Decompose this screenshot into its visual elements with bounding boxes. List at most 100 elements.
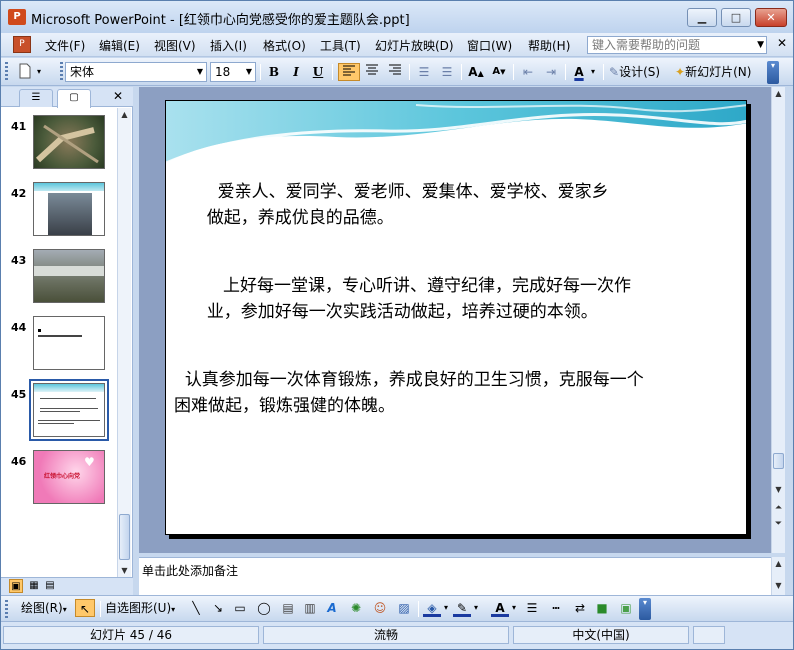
menu-view[interactable]: 视图(V) — [154, 37, 196, 54]
align-right-icon[interactable] — [385, 63, 405, 81]
scroll-down-icon[interactable]: ▼ — [772, 579, 785, 593]
font-color-icon[interactable]: A — [491, 599, 509, 617]
align-left-icon[interactable] — [338, 63, 360, 81]
chevron-down-icon[interactable]: ▾ — [589, 63, 597, 81]
slide-thumbnail-41[interactable] — [33, 115, 105, 169]
toolbar-options-chevron-icon[interactable]: ▾ — [35, 63, 43, 81]
slide-paragraph-3[interactable]: 认真参加每一次体育锻炼，养成良好的卫生习惯，克服每一个 困难做起，锻炼强健的体魄… — [174, 367, 746, 419]
arrow-icon[interactable]: ↘ — [209, 599, 227, 617]
dash-style-icon[interactable]: ┅ — [547, 599, 565, 617]
select-pointer-icon[interactable]: ↖ — [75, 599, 95, 617]
bullets-icon[interactable]: ☰ — [437, 63, 457, 81]
scroll-up-icon[interactable]: ▲ — [118, 108, 131, 122]
numbering-icon[interactable]: ☰ — [414, 63, 434, 81]
minimize-button[interactable]: ▁ — [687, 8, 717, 27]
line-style-icon[interactable]: ☰ — [523, 599, 541, 617]
thumbnail-text-line — [40, 408, 98, 409]
bold-button[interactable]: B — [265, 63, 283, 81]
wordart-icon[interactable]: A — [323, 599, 341, 617]
design-button[interactable]: ✎设计(S) — [609, 63, 671, 81]
draw-menu-button[interactable]: 绘图(R)▾ — [21, 599, 73, 617]
scrollbar-thumb[interactable] — [119, 514, 130, 560]
increase-indent-icon[interactable]: ⇥ — [541, 63, 561, 81]
menu-window[interactable]: 窗口(W) — [467, 37, 512, 54]
scroll-up-icon[interactable]: ▲ — [772, 87, 785, 101]
previous-slide-icon[interactable]: ⏶ — [772, 501, 785, 515]
textbox-icon[interactable]: ▤ — [279, 599, 297, 617]
slide-paragraph-2[interactable]: 上好每一堂课，专心听讲、遵守纪律，完成好每一次作 业，参加好每一次实践活动做起，… — [196, 273, 736, 325]
slideshow-icon[interactable]: ▤ — [43, 579, 57, 593]
slide-thumbnail-44[interactable] — [33, 316, 105, 370]
next-slide-icon[interactable]: ⏷ — [772, 517, 785, 531]
normal-view-icon[interactable]: ▣ — [9, 579, 23, 593]
chevron-down-icon[interactable]: ▼ — [194, 63, 206, 81]
menu-insert[interactable]: 插入(I) — [210, 37, 247, 54]
fill-color-icon[interactable]: ◈ — [423, 599, 441, 617]
tab-outline[interactable]: ☰ — [19, 89, 53, 107]
toolbar-options-icon[interactable]: ▾ — [767, 61, 779, 84]
toolbar-options-icon[interactable]: ▾ — [639, 598, 651, 620]
notes-pane[interactable]: 单击此处添加备注 — [139, 557, 771, 599]
notes-scrollbar[interactable]: ▲ ▼ — [771, 557, 785, 595]
close-button[interactable]: ✕ — [755, 8, 787, 27]
close-document-icon[interactable]: ✕ — [777, 36, 787, 50]
menu-edit[interactable]: 编辑(E) — [99, 37, 140, 54]
toolbar-grip-2[interactable] — [60, 62, 63, 82]
toolbar-grip[interactable] — [5, 600, 8, 618]
help-search-input[interactable]: 键入需要帮助的问题 ▼ — [587, 36, 767, 54]
current-slide[interactable]: 爱亲人、爱同学、爱老师、爱集体、爱学校、爱家乡 做起，养成优良的品德。 上好每一… — [165, 100, 747, 535]
3d-style-icon[interactable]: ▣ — [617, 599, 635, 617]
underline-button[interactable]: U — [309, 63, 327, 81]
slide-thumbnail-42[interactable] — [33, 182, 105, 236]
chevron-down-icon[interactable]: ▾ — [510, 599, 518, 617]
rectangle-icon[interactable]: ▭ — [231, 599, 249, 617]
slide-paragraph-1[interactable]: 爱亲人、爱同学、爱老师、爱集体、爱学校、爱家乡 做起，养成优良的品德。 — [196, 179, 726, 231]
chevron-down-icon[interactable]: ▾ — [472, 599, 480, 617]
decrease-font-icon[interactable]: A▼ — [489, 63, 509, 81]
align-center-icon[interactable] — [362, 63, 382, 81]
slide-thumbnail-43[interactable] — [33, 249, 105, 303]
arrow-style-icon[interactable]: ⇄ — [571, 599, 589, 617]
menu-help[interactable]: 帮助(H) — [528, 37, 570, 54]
new-slide-button[interactable]: ✦新幻灯片(N) — [675, 63, 765, 81]
slide-thumbnail-46[interactable]: 红领巾心向党 ♥ — [33, 450, 105, 504]
autoshapes-button[interactable]: 自选图形(U)▾ — [105, 599, 183, 617]
slides-panel-scrollbar[interactable]: ▲ ▼ — [117, 108, 131, 578]
font-color-icon[interactable]: A — [570, 63, 588, 81]
line-icon[interactable]: ╲ — [187, 599, 205, 617]
picture-icon[interactable]: ▨ — [395, 599, 413, 617]
scroll-up-icon[interactable]: ▲ — [772, 557, 785, 571]
close-panel-icon[interactable]: ✕ — [113, 89, 123, 103]
new-document-icon[interactable] — [15, 63, 35, 81]
menu-slideshow[interactable]: 幻灯片放映(D) — [375, 37, 454, 54]
slide-scrollbar[interactable]: ▲ ▼ ⏶ ⏷ — [771, 87, 785, 553]
shadow-style-icon[interactable]: ■ — [593, 599, 611, 617]
toolbar-grip[interactable] — [5, 62, 8, 82]
slide-sorter-icon[interactable]: ▦ — [27, 579, 41, 593]
italic-button[interactable]: I — [287, 63, 305, 81]
chevron-down-icon[interactable]: ▾ — [442, 599, 450, 617]
scroll-down-icon[interactable]: ▼ — [118, 564, 131, 578]
powerpoint-app-icon[interactable]: P — [8, 9, 26, 25]
chevron-down-icon[interactable]: ▼ — [757, 37, 764, 53]
font-name-select[interactable]: 宋体 ▼ — [65, 62, 207, 82]
maximize-button[interactable]: □ — [721, 8, 751, 27]
menu-tools[interactable]: 工具(T) — [320, 37, 361, 54]
font-size-select[interactable]: 18 ▼ — [210, 62, 256, 82]
scrollbar-thumb[interactable] — [773, 453, 784, 469]
decrease-indent-icon[interactable]: ⇤ — [518, 63, 538, 81]
drawing-toolbar: 绘图(R)▾ ↖ 自选图形(U)▾ ╲ ↘ ▭ ◯ ▤ ▥ A ✺ ☺ ▨ ◈ … — [1, 595, 793, 621]
oval-icon[interactable]: ◯ — [255, 599, 273, 617]
slide-thumbnail-45[interactable] — [33, 383, 105, 437]
tab-slides[interactable]: ▢ — [57, 89, 91, 108]
vertical-textbox-icon[interactable]: ▥ — [301, 599, 319, 617]
scroll-down-icon[interactable]: ▼ — [772, 483, 785, 497]
diagram-icon[interactable]: ✺ — [347, 599, 365, 617]
menu-format[interactable]: 格式(O) — [263, 37, 306, 54]
document-icon[interactable]: P — [13, 36, 31, 53]
clipart-icon[interactable]: ☺ — [371, 599, 389, 617]
chevron-down-icon[interactable]: ▼ — [243, 63, 255, 81]
increase-font-icon[interactable]: A▲ — [466, 63, 486, 81]
line-color-icon[interactable]: ✎ — [453, 599, 471, 617]
menu-file[interactable]: 文件(F) — [45, 37, 85, 54]
